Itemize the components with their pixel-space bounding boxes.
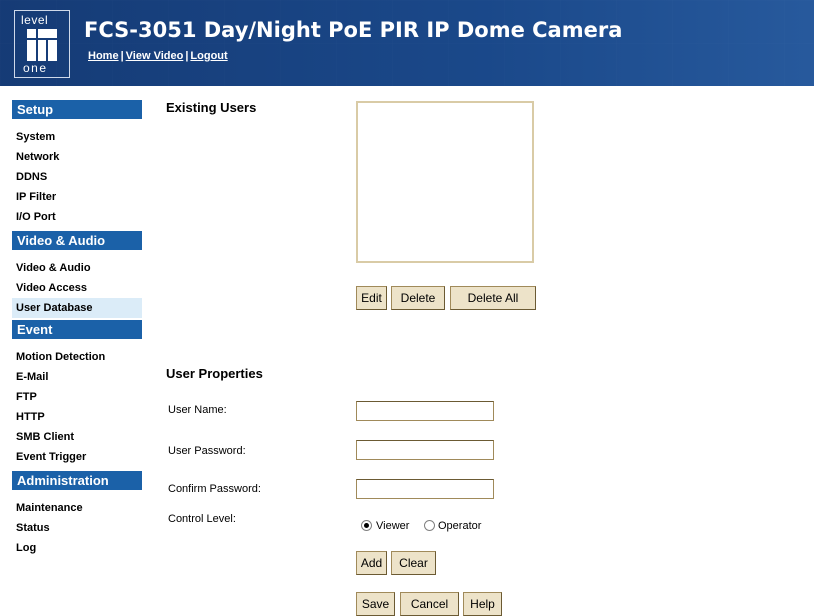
sidebar-item-ip-filter[interactable]: IP Filter	[12, 187, 142, 207]
header-banner: level one FCS-3051 Day/Night PoE PIR IP …	[0, 0, 814, 86]
add-button[interactable]: Add	[356, 551, 387, 575]
sidebar-item-log[interactable]: Log	[12, 538, 142, 558]
viewer-radio-label: Viewer	[376, 520, 410, 532]
confirm-password-input[interactable]	[356, 479, 494, 499]
nav-home-link[interactable]: Home	[88, 50, 119, 62]
sidebar-item-email[interactable]: E-Mail	[12, 367, 142, 387]
clear-button[interactable]: Clear	[391, 551, 436, 575]
sidebar-item-ftp[interactable]: FTP	[12, 387, 142, 407]
sidebar-item-network[interactable]: Network	[12, 147, 142, 167]
levelone-logo: level one	[14, 10, 70, 78]
sidebar-item-video-audio[interactable]: Video & Audio	[12, 258, 142, 278]
confirm-password-label: Confirm Password:	[168, 483, 261, 495]
operator-radio-label: Operator	[438, 520, 482, 532]
edit-button[interactable]: Edit	[356, 286, 387, 310]
top-nav: Home | View Video | Logout	[88, 50, 228, 62]
sidebar-item-video-access[interactable]: Video Access	[12, 278, 142, 298]
sidebar-section-setup: Setup	[12, 100, 142, 119]
nav-logout-link[interactable]: Logout	[190, 50, 227, 62]
save-button[interactable]: Save	[356, 592, 395, 616]
sidebar-section-event: Event	[12, 320, 142, 339]
header-gradient	[0, 0, 814, 86]
viewer-radio[interactable]	[361, 520, 372, 531]
sidebar-section-administration: Administration	[12, 471, 142, 490]
sidebar-section-video-audio: Video & Audio	[12, 231, 142, 250]
existing-users-heading: Existing Users	[166, 100, 257, 115]
user-password-label: User Password:	[168, 445, 246, 457]
existing-users-listbox[interactable]	[356, 101, 534, 263]
user-name-input[interactable]	[356, 401, 494, 421]
sidebar-item-smb-client[interactable]: SMB Client	[12, 427, 142, 447]
sidebar-item-event-trigger[interactable]: Event Trigger	[12, 447, 142, 467]
nav-view-video-link[interactable]: View Video	[126, 50, 184, 62]
sidebar-item-maintenance[interactable]: Maintenance	[12, 498, 142, 518]
sidebar-item-user-database[interactable]: User Database	[12, 298, 142, 318]
sidebar-item-system[interactable]: System	[12, 127, 142, 147]
delete-button[interactable]: Delete	[391, 286, 445, 310]
help-button[interactable]: Help	[463, 592, 502, 616]
cancel-button[interactable]: Cancel	[400, 592, 459, 616]
operator-radio[interactable]	[424, 520, 435, 531]
sidebar-item-motion-detection[interactable]: Motion Detection	[12, 347, 142, 367]
logo-text-bottom: one	[23, 61, 48, 75]
user-password-input[interactable]	[356, 440, 494, 460]
delete-all-button[interactable]: Delete All	[450, 286, 536, 310]
sidebar-item-http[interactable]: HTTP	[12, 407, 142, 427]
user-properties-heading: User Properties	[166, 366, 263, 381]
sidebar-item-ddns[interactable]: DDNS	[12, 167, 142, 187]
logo-text-top: level	[21, 13, 49, 27]
control-level-label: Control Level:	[168, 513, 236, 525]
logo-mark-icon	[27, 29, 57, 61]
sidebar-item-status[interactable]: Status	[12, 518, 142, 538]
sidebar-item-io-port[interactable]: I/O Port	[12, 207, 142, 227]
user-name-label: User Name:	[168, 404, 227, 416]
page-title: FCS-3051 Day/Night PoE PIR IP Dome Camer…	[84, 18, 623, 42]
sidebar: Setup System Network DDNS IP Filter I/O …	[12, 100, 142, 558]
